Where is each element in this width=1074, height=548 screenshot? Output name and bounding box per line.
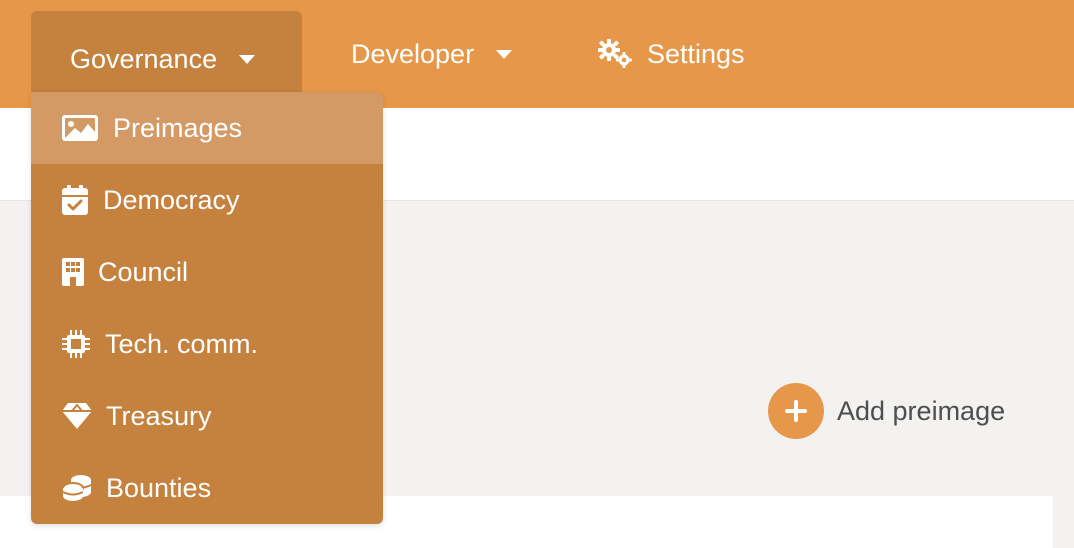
menu-item-democracy[interactable]: Democracy [31,164,383,236]
building-icon [62,258,84,286]
plus-icon [768,383,824,439]
image-icon [62,115,98,141]
menu-item-label: Tech. comm. [105,328,259,359]
menu-item-label: Bounties [106,472,212,503]
gears-icon [597,39,635,69]
menu-item-label: Treasury [106,400,212,431]
gem-icon [62,403,92,429]
calendar-check-icon [62,185,88,215]
coins-icon [62,474,92,502]
nav-developer-label: Developer [351,38,475,69]
menu-item-treasury[interactable]: Treasury [31,380,383,452]
caret-down-icon [496,49,513,59]
nav-settings[interactable]: Settings [597,11,745,97]
menu-item-bounties[interactable]: Bounties [31,452,383,524]
menu-item-preimages[interactable]: Preimages [31,92,383,164]
nav-governance-label: Governance [70,44,218,74]
add-preimage-label: Add preimage [837,395,1006,426]
governance-dropdown-menu: Preimages Democracy Council Tech. comm. … [31,92,383,524]
menu-item-council[interactable]: Council [31,236,383,308]
microchip-icon [62,330,90,358]
add-preimage-button[interactable]: Add preimage [768,383,1005,439]
nav-settings-label: Settings [647,38,745,69]
menu-item-label: Preimages [113,112,243,143]
menu-item-label: Democracy [103,184,240,215]
nav-developer[interactable]: Developer [351,11,513,97]
caret-down-icon [239,55,256,64]
menu-item-tech-comm[interactable]: Tech. comm. [31,308,383,380]
menu-item-label: Council [98,256,189,287]
